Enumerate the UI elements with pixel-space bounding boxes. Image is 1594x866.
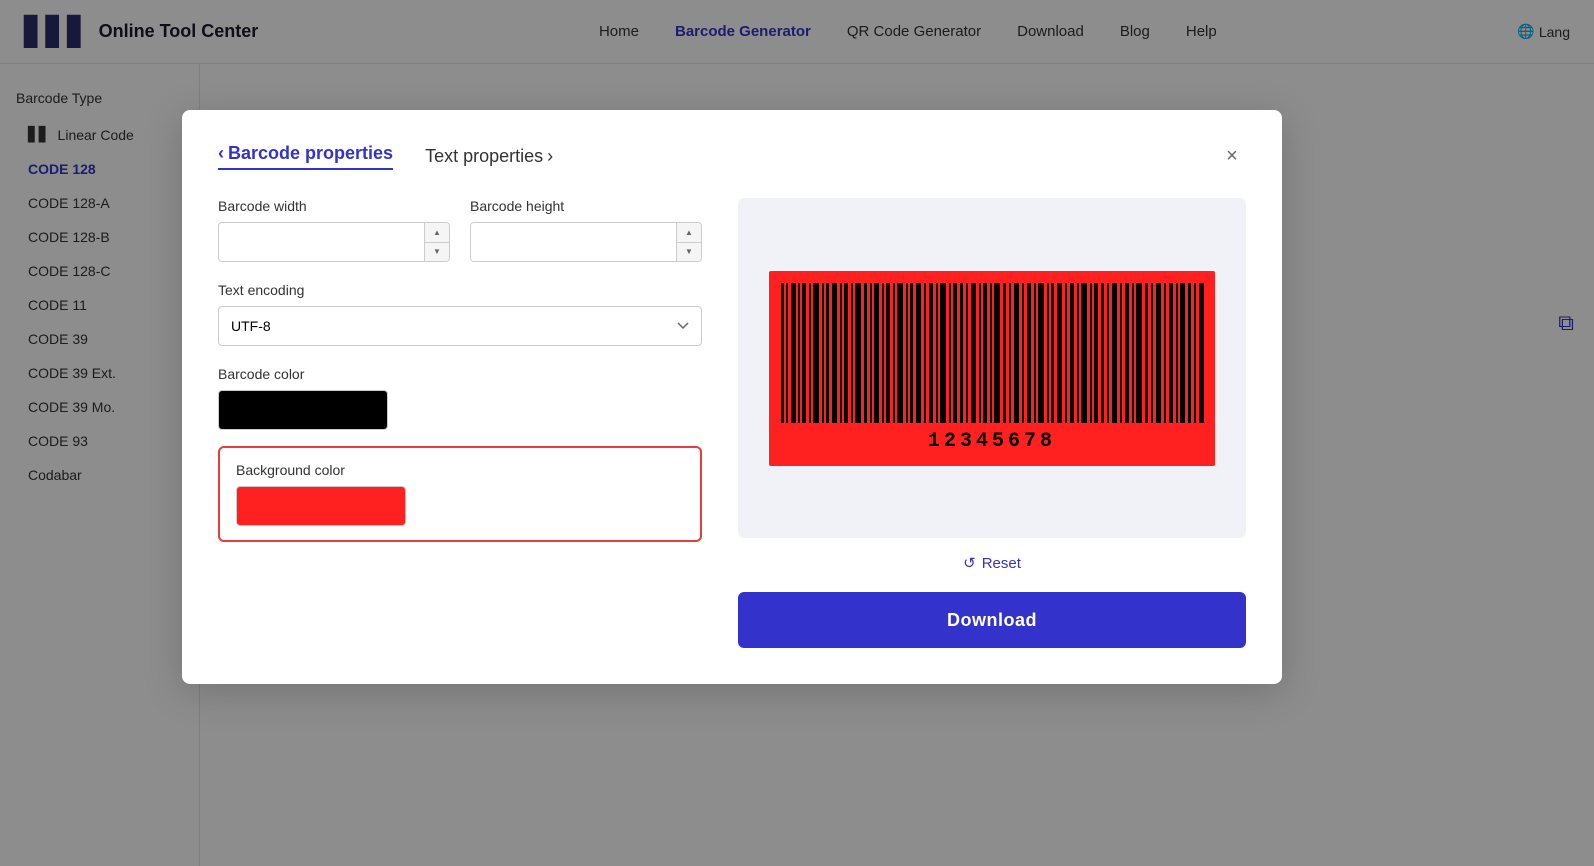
right-panel: 12345678 ↺ Reset Download <box>738 198 1246 648</box>
barcode-preview: 12345678 <box>738 198 1246 538</box>
encoding-label: Text encoding <box>218 282 702 298</box>
close-button[interactable]: × <box>1218 142 1246 170</box>
download-button[interactable]: Download <box>738 592 1246 648</box>
height-field-group: Barcode height 100 ▲ ▼ <box>470 198 702 262</box>
barcode-color-swatch[interactable] <box>218 390 388 430</box>
dimension-fields: Barcode width 300 ▲ ▼ Barcode height 100 <box>218 198 702 262</box>
reset-icon: ↺ <box>963 554 976 572</box>
background-color-section: Background color <box>218 446 702 542</box>
modal-tabs: ‹ Barcode properties Text properties › <box>218 143 553 170</box>
chevron-left-icon: ‹ <box>218 143 224 164</box>
barcode-color-label: Barcode color <box>218 366 702 382</box>
height-up-button[interactable]: ▲ <box>677 223 701 243</box>
height-input-wrapper: 100 ▲ ▼ <box>470 222 702 262</box>
tab-text-properties[interactable]: Text properties › <box>425 146 553 167</box>
background-color-label: Background color <box>236 462 684 478</box>
width-spinners: ▲ ▼ <box>424 223 449 261</box>
encoding-select[interactable]: UTF-8 <box>218 306 702 346</box>
height-label: Barcode height <box>470 198 702 214</box>
height-down-button[interactable]: ▼ <box>677 243 701 262</box>
height-input[interactable]: 100 <box>471 223 676 261</box>
barcode-image: 12345678 <box>769 271 1215 466</box>
background-color-swatch[interactable] <box>236 486 406 526</box>
modal-body: Barcode width 300 ▲ ▼ Barcode height 100 <box>218 198 1246 648</box>
modal-header: ‹ Barcode properties Text properties › × <box>218 142 1246 170</box>
reset-button[interactable]: ↺ Reset <box>963 554 1021 572</box>
width-up-button[interactable]: ▲ <box>425 223 449 243</box>
height-spinners: ▲ ▼ <box>676 223 701 261</box>
width-label: Barcode width <box>218 198 450 214</box>
modal-dialog: ‹ Barcode properties Text properties › ×… <box>182 110 1282 684</box>
reset-label: Reset <box>982 555 1021 572</box>
barcode-svg: 12345678 <box>777 283 1207 453</box>
tab-barcode-properties[interactable]: ‹ Barcode properties <box>218 143 393 170</box>
width-input[interactable]: 300 <box>219 223 424 261</box>
chevron-right-icon: › <box>547 146 553 167</box>
left-panel: Barcode width 300 ▲ ▼ Barcode height 100 <box>218 198 702 648</box>
barcode-color-field: Barcode color <box>218 366 702 430</box>
width-down-button[interactable]: ▼ <box>425 243 449 262</box>
width-input-wrapper: 300 ▲ ▼ <box>218 222 450 262</box>
width-field-group: Barcode width 300 ▲ ▼ <box>218 198 450 262</box>
svg-text:12345678: 12345678 <box>928 430 1056 453</box>
encoding-field-group: Text encoding UTF-8 <box>218 282 702 346</box>
